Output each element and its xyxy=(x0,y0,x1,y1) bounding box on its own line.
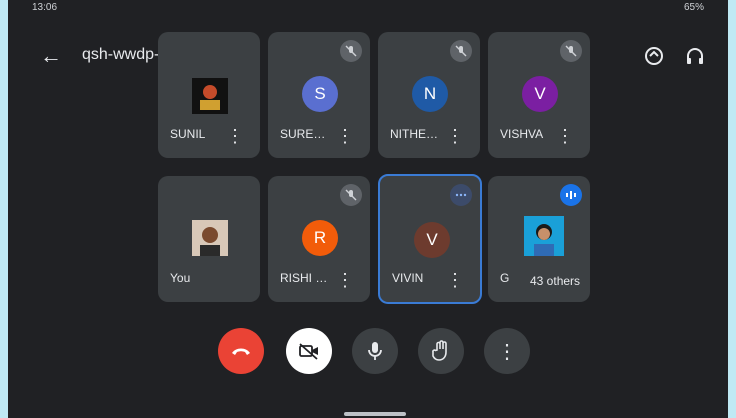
participant-tile-4[interactable]: V VISHVA ⋮ xyxy=(488,32,590,158)
more-vert-icon[interactable]: ⋮ xyxy=(446,127,464,145)
mic-off-icon xyxy=(560,40,582,62)
participant-tile-2[interactable]: S SURE… ⋮ xyxy=(268,32,370,158)
speaking-indicator-icon xyxy=(560,184,582,206)
meet-screen: 13:06 65% ← qsh-wwdp-mpj▸ SUNIL ⋮ S SURE… xyxy=(8,0,728,418)
back-arrow-icon[interactable]: ← xyxy=(40,44,62,68)
status-battery: 65% xyxy=(683,2,704,13)
status-time: 13:06 xyxy=(32,2,58,13)
participant-avatar: V xyxy=(414,222,450,258)
mic-off-icon xyxy=(450,40,472,62)
participant-photo-1 xyxy=(192,78,228,114)
participant-name: RISHI … xyxy=(280,271,328,285)
more-vert-icon[interactable]: ⋮ xyxy=(336,127,354,145)
participant-tile-you[interactable]: You xyxy=(158,176,260,302)
participant-tile-3[interactable]: N NITHE… ⋮ xyxy=(378,32,480,158)
participant-name: SURE… xyxy=(280,127,326,141)
more-vert-icon[interactable]: ⋮ xyxy=(446,271,464,289)
participant-photo-8 xyxy=(524,216,564,256)
mic-toggle-button[interactable] xyxy=(352,328,398,374)
more-vert-icon[interactable]: ⋮ xyxy=(226,127,244,145)
hang-up-icon xyxy=(232,348,250,355)
participant-name: SUNIL xyxy=(170,127,206,141)
camera-toggle-button[interactable] xyxy=(286,328,332,374)
status-bar: 13:06 65% xyxy=(8,0,728,16)
participant-name: VISHVA xyxy=(500,127,544,141)
mic-off-icon xyxy=(340,40,362,62)
participant-avatar: R xyxy=(302,220,338,256)
audio-output-icon[interactable] xyxy=(681,42,709,70)
more-vert-icon[interactable]: ⋮ xyxy=(556,127,574,145)
participant-photo-you xyxy=(192,220,228,256)
participant-name: G xyxy=(500,271,510,285)
participant-name: NITHE… xyxy=(390,127,438,141)
more-options-button[interactable]: ⋮ xyxy=(484,328,530,374)
more-vert-icon: ⋮ xyxy=(497,340,517,363)
camera-off-icon xyxy=(299,343,318,360)
raise-hand-icon xyxy=(432,340,447,361)
microphone-icon xyxy=(368,342,382,360)
participant-avatar: V xyxy=(522,76,558,112)
raise-hand-button[interactable] xyxy=(418,328,464,374)
participant-tile-1[interactable]: SUNIL ⋮ xyxy=(158,32,260,158)
home-indicator[interactable] xyxy=(344,412,406,416)
mic-off-icon xyxy=(340,184,362,206)
speaking-dots-icon xyxy=(450,184,472,206)
participant-tile-6[interactable]: R RISHI … ⋮ xyxy=(268,176,370,302)
participant-tile-7-active[interactable]: V VIVIN ⋮ xyxy=(378,174,482,304)
participant-avatar: N xyxy=(412,76,448,112)
hang-up-button[interactable] xyxy=(218,328,264,374)
participant-name: VIVIN xyxy=(392,271,424,285)
switch-camera-icon[interactable] xyxy=(640,42,668,70)
others-chip[interactable]: 43 others xyxy=(520,270,591,292)
participant-avatar: S xyxy=(302,76,338,112)
more-vert-icon[interactable]: ⋮ xyxy=(336,271,354,289)
participant-name: You xyxy=(170,271,191,285)
